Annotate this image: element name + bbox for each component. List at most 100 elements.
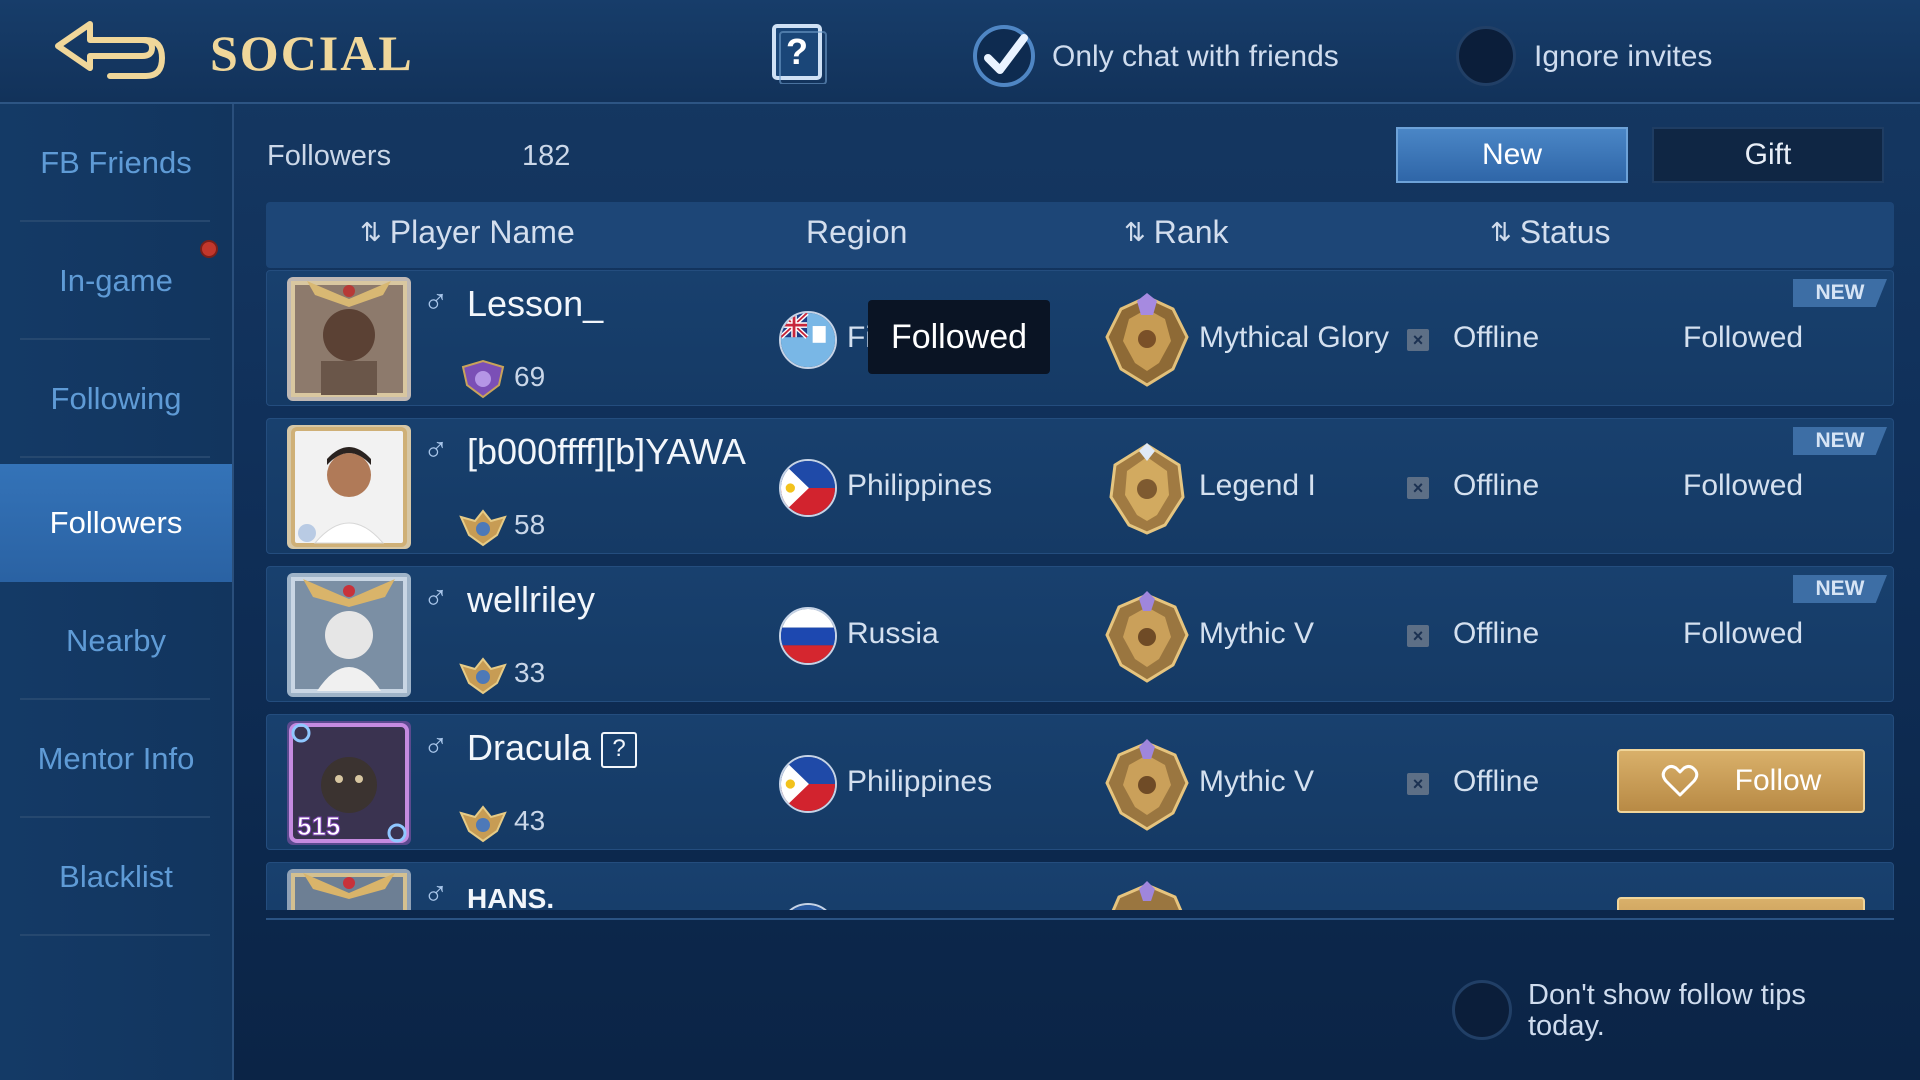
page-title: SOCIAL [210, 25, 414, 81]
sidebar-item-fb-friends[interactable]: FB Friends [0, 104, 232, 222]
level-badge-icon [459, 509, 507, 547]
ignore-invites-toggle[interactable] [1456, 26, 1516, 86]
rank-emblem-icon [1105, 293, 1189, 387]
column-label: Player Name [389, 214, 575, 250]
dont-show-tips-toggle[interactable] [1452, 980, 1512, 1040]
followed-tooltip: Followed [868, 300, 1050, 374]
column-rank[interactable]: ⇅ Rank [1124, 214, 1229, 251]
player-level: 33 [514, 657, 546, 688]
new-badge: NEW [1793, 427, 1887, 455]
level-badge-icon [459, 805, 507, 843]
column-label: Rank [1153, 214, 1229, 250]
tab-gift[interactable]: Gift [1652, 127, 1884, 183]
sidebar-item-mentor-info[interactable]: Mentor Info [0, 700, 232, 818]
sidebar-item-label: In-game [59, 263, 173, 298]
column-label: Status [1519, 214, 1611, 250]
level-badge-icon [461, 359, 505, 399]
offline-x-icon: × [1407, 477, 1429, 499]
flag-icon [779, 607, 837, 665]
followed-status: Followed [1683, 469, 1804, 502]
level-badge-icon [459, 657, 507, 695]
player-name: [b000ffff][b]YAWA [467, 431, 746, 472]
avatar[interactable]: 515 [287, 721, 411, 845]
avatar[interactable] [287, 573, 411, 697]
column-player-name[interactable]: ⇅ Player Name [360, 214, 575, 251]
offline-x-icon: × [1407, 773, 1429, 795]
sort-icon: ⇅ [360, 217, 382, 247]
only-chat-checkbox[interactable] [972, 24, 1036, 88]
sidebar-item-following[interactable]: Following [0, 340, 232, 458]
ignore-invites-label: Ignore invites [1534, 40, 1713, 73]
table-row[interactable]: 515 ♂ Dracula? 43 Philippines Mythic V ×… [266, 714, 1894, 850]
male-icon: ♂ [423, 875, 449, 910]
player-rank: Legend I [1199, 469, 1316, 502]
svg-text:515: 515 [297, 811, 340, 841]
player-name: Dracula? [467, 727, 638, 769]
column-status[interactable]: ⇅ Status [1490, 214, 1611, 251]
player-status: Offline [1453, 617, 1540, 650]
sidebar-item-followers[interactable]: Followers [0, 464, 232, 582]
dont-show-tips-label: Don't show follow tips today. [1528, 979, 1806, 1042]
table-row[interactable]: ♂ HANS. [266, 862, 1894, 910]
heart-icon [1661, 764, 1698, 797]
player-level: 43 [514, 805, 546, 836]
offline-x-icon: × [1407, 625, 1429, 647]
tab-new[interactable]: New [1396, 127, 1628, 183]
player-rank: Mythical Glory [1199, 321, 1390, 354]
divider [20, 934, 210, 936]
avatar[interactable] [287, 277, 411, 401]
rank-emblem-icon [1111, 881, 1183, 910]
player-region: Russia [847, 617, 939, 650]
back-arrow-icon[interactable] [50, 14, 170, 84]
rank-emblem-icon [1105, 739, 1189, 831]
male-icon: ♂ [423, 579, 449, 617]
table-row[interactable]: ♂ [b000ffff][b]YAWA 58 Philippines Legen… [266, 418, 1894, 554]
flag-icon [779, 903, 837, 910]
player-status: Offline [1453, 765, 1540, 798]
sort-icon: ⇅ [1124, 217, 1146, 247]
sidebar-item-label: FB Friends [40, 145, 192, 180]
player-name: HANS. [467, 883, 555, 910]
table-row[interactable]: ♂ wellriley 33 Russia Mythic V × Offline… [266, 566, 1894, 702]
new-badge: NEW [1793, 279, 1887, 307]
help-icon[interactable]: ? [601, 732, 638, 769]
notification-dot [200, 240, 218, 258]
table-row[interactable]: ♂ Lesson_ 69 Fiji Mythical Glory × Offli… [266, 270, 1894, 406]
follow-label: Follow [1734, 764, 1822, 797]
player-region: Philippines [847, 765, 993, 798]
sidebar-item-in-game[interactable]: In-game [0, 222, 232, 340]
top-bar: SOCIAL ? Only chat with friends Ignore i… [0, 0, 1920, 104]
player-rank: Mythic V [1199, 617, 1315, 650]
followers-count: 182 [522, 140, 571, 172]
sidebar-item-nearby[interactable]: Nearby [0, 582, 232, 700]
offline-x-icon: × [1407, 329, 1429, 351]
avatar[interactable] [287, 869, 411, 910]
only-chat-label: Only chat with friends [1052, 40, 1339, 73]
follow-button[interactable] [1617, 897, 1865, 910]
flag-icon [779, 311, 837, 369]
help-icon[interactable]: ? [770, 22, 828, 84]
player-rank: Mythic V [1199, 765, 1315, 798]
followed-status: Followed [1683, 321, 1804, 354]
player-level: 69 [514, 361, 546, 392]
follow-button[interactable]: Follow [1617, 749, 1865, 813]
male-icon: ♂ [423, 727, 449, 765]
followers-list[interactable]: ♂ Lesson_ 69 Fiji Mythical Glory × Offli… [266, 270, 1894, 910]
followed-status: Followed [1683, 617, 1804, 650]
sidebar-item-label: Mentor Info [37, 741, 195, 776]
svg-text:?: ? [786, 31, 808, 72]
player-name-text: Dracula [467, 727, 592, 768]
player-level: 58 [514, 509, 546, 540]
sidebar-item-blacklist[interactable]: Blacklist [0, 818, 232, 936]
sort-icon: ⇅ [1490, 217, 1512, 247]
sidebar-item-label: Followers [49, 505, 183, 540]
sidebar-item-label: Blacklist [59, 859, 173, 894]
player-region: Philippines [847, 469, 993, 502]
followers-label: Followers [267, 140, 392, 172]
divider [266, 918, 1894, 920]
rank-emblem-icon [1109, 443, 1185, 535]
player-status: Offline [1453, 469, 1540, 502]
male-icon: ♂ [423, 431, 449, 469]
avatar[interactable] [287, 425, 411, 549]
rank-emblem-icon [1105, 591, 1189, 683]
